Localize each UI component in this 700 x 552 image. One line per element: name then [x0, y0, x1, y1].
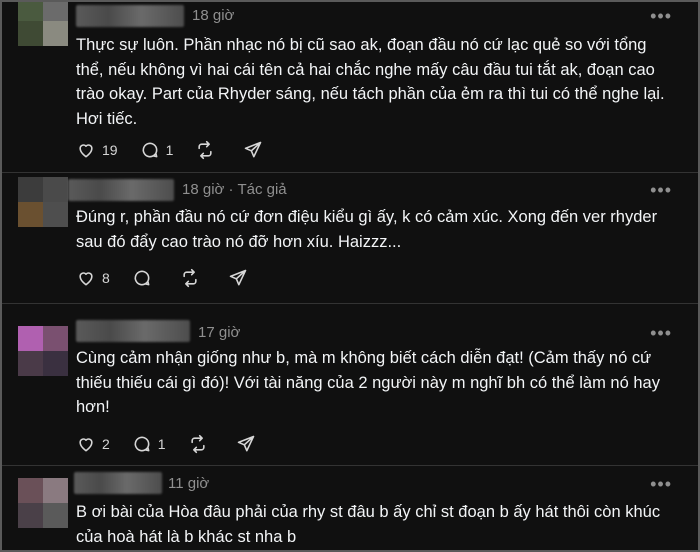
- repost-icon: [190, 434, 205, 454]
- avatar-tile: [43, 2, 68, 21]
- reply-count: 1: [157, 436, 166, 452]
- avatar-tile: [18, 326, 43, 351]
- avatar-tile: [18, 503, 43, 528]
- comment-icon: [142, 142, 158, 158]
- more-horizontal-icon[interactable]: •••: [650, 475, 672, 493]
- avatar-tile: [43, 326, 68, 351]
- username-blurred[interactable]: [76, 5, 184, 27]
- comment-text: Cùng cảm nhận giống như b, mà m không bi…: [76, 349, 660, 416]
- share-icon: [245, 141, 262, 158]
- repost-button[interactable]: [180, 268, 206, 288]
- like-button[interactable]: 19: [76, 140, 118, 160]
- share-icon: [237, 435, 254, 452]
- avatar-tile: [18, 2, 43, 21]
- repost-button[interactable]: [188, 434, 214, 454]
- heart-icon: [79, 144, 93, 158]
- avatar-tile: [43, 177, 68, 202]
- like-count: 8: [102, 270, 110, 286]
- comment-2: 18 giờ · Tác giả ••• Đúng r, phần đầu nó…: [2, 173, 698, 303]
- avatar-tile: [43, 202, 68, 227]
- like-button[interactable]: 2: [76, 434, 110, 454]
- avatar-tile: [43, 503, 68, 528]
- avatar-tile: [18, 478, 43, 503]
- username-blurred[interactable]: [76, 320, 190, 342]
- share-icon: [229, 269, 247, 286]
- comment-text: Đúng r, phần đầu nó cứ đơn điệu kiểu gì …: [76, 208, 658, 251]
- avatar-tile: [18, 21, 43, 46]
- timestamp: 11 giờ: [168, 475, 210, 492]
- timestamp: 18 giờ: [182, 181, 225, 198]
- like-count: 19: [102, 142, 118, 158]
- timestamp-and-author-tag: 18 giờ · Tác giả: [182, 181, 287, 198]
- username-blurred[interactable]: [74, 472, 162, 494]
- author-tag: · Tác giả: [228, 181, 287, 198]
- comment-text: Thực sự luôn. Phần nhạc nó bị cũ sao ak,…: [76, 36, 665, 128]
- action-bar: 19 1: [76, 139, 291, 161]
- more-horizontal-icon[interactable]: •••: [650, 7, 672, 25]
- repost-icon: [183, 268, 197, 288]
- avatar[interactable]: [18, 177, 68, 227]
- action-bar: 8: [76, 267, 276, 289]
- action-bar: 2 1: [76, 433, 284, 455]
- comment-1: 18 giờ ••• Thực sự luôn. Phần nhạc nó bị…: [2, 2, 698, 172]
- comment-3: 17 giờ ••• Cùng cảm nhận giống như b, mà…: [2, 304, 698, 464]
- timestamp: 18 giờ: [192, 7, 235, 24]
- avatar-tile: [18, 351, 43, 376]
- reply-button[interactable]: 1: [132, 434, 166, 454]
- timestamp: 17 giờ: [198, 324, 241, 341]
- heart-icon: [79, 438, 93, 452]
- share-button[interactable]: [236, 434, 262, 454]
- like-button[interactable]: 8: [76, 268, 110, 288]
- comment-text: B ơi bài của Hòa đâu phải của rhy st đâu…: [76, 503, 661, 546]
- reply-button[interactable]: [132, 268, 158, 288]
- share-button[interactable]: [228, 268, 254, 288]
- username-blurred[interactable]: [68, 179, 174, 201]
- avatar-tile: [18, 202, 43, 227]
- avatar-tile: [43, 478, 68, 503]
- reply-button[interactable]: 1: [140, 140, 174, 160]
- thread-window: 18 giờ ••• Thực sự luôn. Phần nhạc nó bị…: [0, 0, 700, 552]
- comment-4: 11 giờ ••• B ơi bài của Hòa đâu phải của…: [2, 466, 698, 550]
- like-count: 2: [102, 436, 110, 452]
- reply-count: 1: [165, 142, 174, 158]
- avatar-tile: [43, 351, 68, 376]
- comment-icon: [134, 436, 150, 452]
- repost-button[interactable]: [195, 140, 221, 160]
- avatar[interactable]: [18, 478, 68, 528]
- avatar-tile: [18, 177, 43, 202]
- more-horizontal-icon[interactable]: •••: [650, 324, 672, 342]
- repost-icon: [198, 140, 212, 160]
- heart-icon: [79, 272, 93, 286]
- avatar[interactable]: [18, 326, 68, 376]
- avatar[interactable]: [18, 2, 68, 46]
- avatar-tile: [43, 21, 68, 46]
- share-button[interactable]: [243, 140, 269, 160]
- comment-icon: [134, 270, 150, 286]
- more-horizontal-icon[interactable]: •••: [650, 181, 672, 199]
